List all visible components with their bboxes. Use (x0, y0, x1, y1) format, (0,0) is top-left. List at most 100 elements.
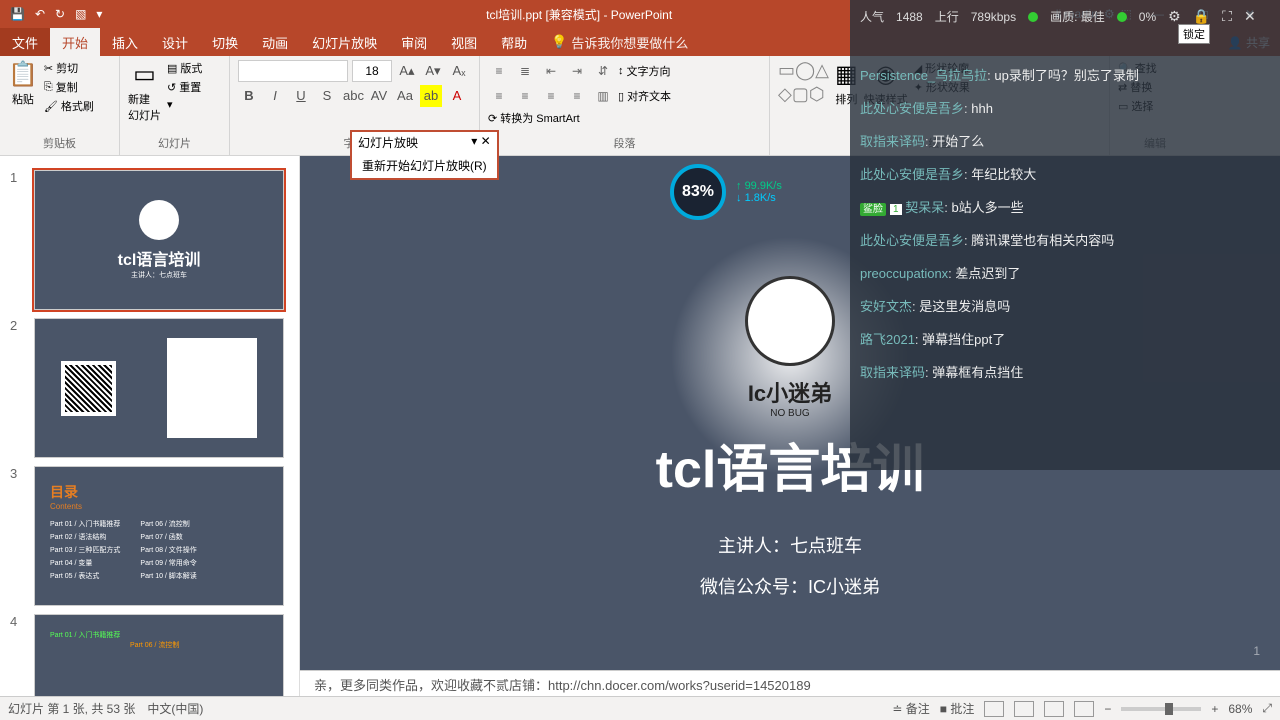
chat-list[interactable]: Persistence_乌拉乌拉: up录制了吗？别忘了录制此处心安便是吾乡: … (850, 59, 1280, 387)
decrease-font-icon[interactable]: A▾ (422, 60, 444, 82)
slideshow-popup: 幻灯片放映 ▾ ✕ 重新开始幻灯片放映(R) (350, 130, 499, 180)
restart-slideshow-item[interactable]: 重新开始幻灯片放映(R) (352, 153, 497, 178)
status-bar: 幻灯片 第 1 张, 共 53 张 中文(中国) ≐ 备注 ■ 批注 − + 6… (0, 696, 1280, 720)
align-center-button[interactable]: ≡ (514, 85, 536, 107)
new-slide-button[interactable]: ▭新建 幻灯片 (128, 60, 161, 123)
tab-animation[interactable]: 动画 (250, 28, 300, 56)
thumb-4[interactable]: Part 01 / 入门书籍推荐 Part 06 / 流控制 (34, 614, 284, 696)
text-direction-button[interactable]: ↕ 文字方向 (618, 63, 671, 79)
zoom-level[interactable]: 68% (1228, 702, 1252, 716)
lang-indicator[interactable]: 中文(中国) (147, 700, 203, 717)
tell-me[interactable]: 💡 告诉我你想要做什么 (539, 28, 700, 56)
popup-title: 幻灯片放映 (358, 134, 418, 151)
undo-icon[interactable]: ↶ (35, 7, 45, 21)
reading-view-button[interactable] (1044, 701, 1064, 717)
overlay-close-icon[interactable]: ✕ (1244, 8, 1256, 25)
strikethrough-button[interactable]: S (316, 85, 338, 107)
chat-line: 此处心安便是吾乡: 年纪比较大 (860, 164, 1270, 183)
chat-line: 此处心安便是吾乡: 腾讯课堂也有相关内容吗 (860, 230, 1270, 249)
font-family-select[interactable] (238, 60, 348, 82)
indent-inc-button[interactable]: ⇥ (566, 60, 588, 82)
sorter-view-button[interactable] (1014, 701, 1034, 717)
tab-home[interactable]: 开始 (50, 28, 100, 56)
numbering-button[interactable]: ≣ (514, 60, 536, 82)
slide-presenter: 主讲人：七点班车 (718, 532, 862, 558)
perf-widget[interactable]: 83% ↑ 99.9K/s ↓ 1.8K/s (670, 164, 782, 220)
tab-insert[interactable]: 插入 (100, 28, 150, 56)
popularity-value: 1488 (896, 10, 923, 24)
smartart-button[interactable]: ⟳ 转换为 SmartArt (488, 110, 580, 126)
increase-font-icon[interactable]: A▴ (396, 60, 418, 82)
shadow-button[interactable]: abc (342, 85, 364, 107)
chat-line: 此处心安便是吾乡: hhh (860, 98, 1270, 117)
notes-toggle[interactable]: ≐ 备注 (892, 700, 929, 717)
popup-pin-icon[interactable]: ▾ (471, 134, 477, 148)
tab-slideshow[interactable]: 幻灯片放映 (300, 28, 389, 56)
zoom-in-button[interactable]: + (1211, 702, 1218, 716)
reset-button[interactable]: ↺ 重置 (167, 79, 202, 95)
spacing-button[interactable]: AV (368, 85, 390, 107)
chat-line: 取指来译码: 开始了么 (860, 131, 1270, 150)
upstream-value: 789kbps (971, 10, 1016, 24)
zoom-out-button[interactable]: − (1104, 702, 1111, 716)
tab-help[interactable]: 帮助 (489, 28, 539, 56)
chat-line: 取指来译码: 弹幕框有点挡住 (860, 362, 1270, 381)
chat-line: Persistence_乌拉乌拉: up录制了吗？别忘了录制 (860, 65, 1270, 84)
tab-design[interactable]: 设计 (150, 28, 200, 56)
case-button[interactable]: Aa (394, 85, 416, 107)
align-text-button[interactable]: ▯ 对齐文本 (618, 88, 671, 104)
thumb-1[interactable]: tcl语言培训主讲人：七点班车 (34, 170, 284, 310)
align-right-button[interactable]: ≡ (540, 85, 562, 107)
slideshow-view-button[interactable] (1074, 701, 1094, 717)
redo-icon[interactable]: ↻ (55, 7, 65, 21)
slide-pagenum: 1 (1253, 644, 1260, 658)
chat-line: 鲨脸1 契呆呆: b站人多一些 (860, 197, 1270, 216)
tab-view[interactable]: 视图 (439, 28, 489, 56)
italic-button[interactable]: I (264, 85, 286, 107)
overlay-lock-icon[interactable]: 🔒 (1193, 8, 1210, 25)
bold-button[interactable]: B (238, 85, 260, 107)
cpu-value: 0% (1139, 10, 1156, 24)
format-painter-button[interactable]: 🖌 格式刷 (44, 98, 94, 114)
clear-format-icon[interactable]: Aₓ (448, 60, 470, 82)
justify-button[interactable]: ≡ (566, 85, 588, 107)
tab-transition[interactable]: 切换 (200, 28, 250, 56)
chat-line: 安好文杰: 是这里发消息吗 (860, 296, 1270, 315)
highlight-button[interactable]: ab (420, 85, 442, 107)
underline-button[interactable]: U (290, 85, 312, 107)
tab-file[interactable]: 文件 (0, 28, 50, 56)
chat-line: preoccupationx: 差点迟到了 (860, 263, 1270, 282)
status-dot-icon (1117, 12, 1127, 22)
fit-button[interactable]: ⤢ (1262, 701, 1272, 716)
cut-button[interactable]: ✂ 剪切 (44, 60, 94, 76)
columns-button[interactable]: ▥ (592, 85, 614, 107)
thumb-2[interactable] (34, 318, 284, 458)
perf-percent: 83% (670, 164, 726, 220)
indent-dec-button[interactable]: ⇤ (540, 60, 562, 82)
zoom-slider[interactable] (1121, 707, 1201, 711)
font-size-select[interactable] (352, 60, 392, 82)
perf-download: ↓ 1.8K/s (736, 192, 782, 204)
font-color-button[interactable]: A (446, 85, 468, 107)
line-spacing-button[interactable]: ⇵ (592, 60, 614, 82)
paste-button[interactable]: 📋粘贴 (8, 60, 38, 107)
notes-pane[interactable]: 亲，更多同类作品，欢迎收藏不贰店铺：http://chn.docer.com/w… (300, 670, 1280, 696)
popup-close-icon[interactable]: ✕ (481, 134, 491, 148)
section-button[interactable]: ▾ (167, 98, 202, 111)
overlay-gear-icon[interactable]: ⚙ (1168, 8, 1181, 25)
tab-review[interactable]: 审阅 (389, 28, 439, 56)
thumbnail-panel[interactable]: 1 tcl语言培训主讲人：七点班车 2 3 目录Contents Part 01… (0, 156, 300, 696)
overlay-expand-icon[interactable]: ⛶ (1222, 8, 1232, 25)
copy-button[interactable]: ⎘ 复制 (44, 79, 94, 95)
lock-tooltip: 锁定 (1178, 24, 1210, 44)
bullets-button[interactable]: ≡ (488, 60, 510, 82)
group-paragraph: 段落 (488, 135, 761, 151)
slideshow-icon[interactable]: ▧ (75, 7, 86, 21)
thumb-3[interactable]: 目录Contents Part 01 / 入门书籍推荐Part 02 / 语法结… (34, 466, 284, 606)
save-icon[interactable]: 💾 (10, 7, 25, 21)
comments-toggle[interactable]: ■ 批注 (940, 700, 975, 717)
align-left-button[interactable]: ≡ (488, 85, 510, 107)
layout-button[interactable]: ▤ 版式 (167, 60, 202, 76)
clipboard-icon: 📋 (8, 60, 38, 89)
normal-view-button[interactable] (984, 701, 1004, 717)
